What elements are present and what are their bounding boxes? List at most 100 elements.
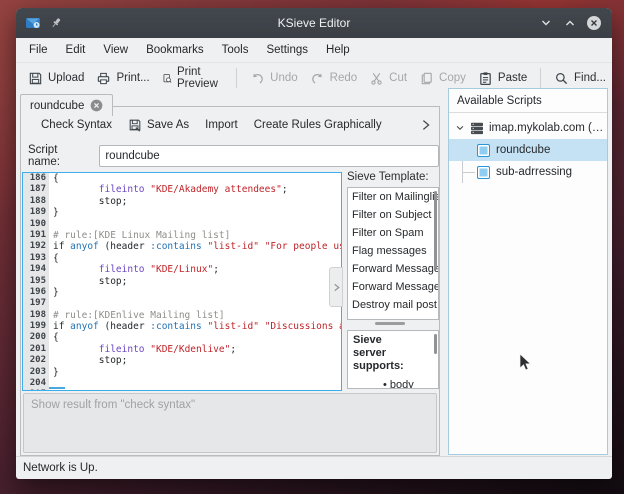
print-preview-icon [162,71,172,86]
network-status: Network is Up. [23,462,98,474]
undo-button[interactable]: Undo [244,68,304,89]
line-number: 188 [23,196,49,207]
template-list-scrollbar[interactable] [434,191,437,269]
supports-item: body [383,379,438,389]
code-line[interactable]: 200 { [23,332,341,343]
save-as-icon [128,118,142,132]
menubar-item[interactable]: View [94,40,137,60]
paste-button[interactable]: Paste [472,68,533,89]
expander-chevron-down-icon[interactable] [455,123,465,133]
available-scripts-panel: Available Scripts imap.mykolab.com (pbro… [448,88,608,455]
supports-scrollbar[interactable] [434,334,437,354]
menubar-item[interactable]: Settings [257,40,317,60]
tab-close-icon[interactable] [90,99,103,112]
sieve-template-list: Filter on MailinglistFilter on SubjectFi… [347,187,439,320]
search-icon [554,71,569,86]
template-list-item[interactable]: Destroy mail post [348,296,438,314]
script-checkbox-icon[interactable] [477,144,490,157]
toolbar-separator [236,68,237,88]
tab-roundcube[interactable]: roundcube [20,94,113,116]
code-line[interactable]: 192 if anyof (header :contains "list-id"… [23,241,341,252]
code-text: { [49,332,341,343]
code-line[interactable]: 188 stop; [23,196,341,207]
code-text [49,389,341,391]
close-button[interactable] [586,15,602,31]
save-as-button[interactable]: Save As [120,114,197,136]
check-syntax-button[interactable]: Check Syntax [33,115,120,135]
script-name-label: Script name: [28,144,91,168]
find-button[interactable]: Find... [548,68,612,89]
code-line[interactable]: 195 stop; [23,276,341,287]
code-line[interactable]: 198 # rule:[KDEnlive Mailing list] [23,310,341,321]
menubar-item[interactable]: Edit [57,40,95,60]
template-list-item[interactable]: Forward Message [348,278,438,296]
code-line[interactable]: 201 fileinto "KDE/Kdenlive"; [23,344,341,355]
menubar-item[interactable]: Help [317,40,359,60]
import-button[interactable]: Import [197,115,246,135]
code-line[interactable]: 190 [23,219,341,230]
tree-item-script[interactable]: roundcube [449,139,607,161]
print-button[interactable]: Print... [90,68,155,89]
tree-item-script[interactable]: sub-adrressing [449,161,607,183]
tab-label: roundcube [30,100,84,112]
chevron-up-icon [563,16,577,30]
create-rules-button[interactable]: Create Rules Graphically [246,115,390,135]
code-text: if anyof (header :contains "list-id" "Fo… [49,241,341,252]
code-line[interactable]: 189 } [23,207,341,218]
line-number: 205 [23,389,49,391]
titlebar[interactable]: KSieve Editor [16,8,612,38]
line-number: 189 [23,207,49,218]
template-list-item[interactable]: Filter on Subject [348,206,438,224]
template-list-item[interactable]: Flag messages [348,242,438,260]
menubar-item[interactable]: Tools [213,40,258,60]
code-line[interactable]: 197 [23,298,341,309]
chevron-down-icon [539,16,553,30]
close-icon [586,15,602,31]
splitter-collapse-handle[interactable] [329,267,343,307]
line-number: 198 [23,310,49,321]
template-list-hscrollbar[interactable] [347,320,439,327]
tree-item-server[interactable]: imap.mykolab.com (pbro… [449,117,607,139]
code-text: # rule:[KDEnlive Mailing list] [49,310,341,321]
menubar-item[interactable]: File [20,40,57,60]
code-line[interactable]: 191 # rule:[KDE Linux Mailing list] [23,230,341,241]
code-line[interactable]: 205 [23,389,341,391]
toolbar-separator [540,68,541,88]
printer-icon [96,71,111,86]
code-line[interactable]: 186 { [23,173,341,184]
code-line[interactable]: 196 } [23,287,341,298]
copy-button[interactable]: Copy [413,68,472,89]
editor-pane: Check Syntax Save As Import Create Rules… [20,106,440,456]
minimize-button[interactable] [538,15,554,31]
more-actions-chevron-icon[interactable] [419,118,433,132]
maximize-button[interactable] [562,15,578,31]
server-icon [470,122,484,135]
template-list-item[interactable]: Filter on Spam [348,224,438,242]
template-list-item[interactable]: Filter on Mailinglist [348,188,438,206]
code-line[interactable]: 202 stop; [23,355,341,366]
code-text: if anyof (header :contains "list-id" "Di… [49,321,341,332]
code-editor[interactable]: 186 { 187 fileinto "KDE/Akademy attendee… [22,172,342,391]
check-syntax-result-box[interactable]: Show result from "check syntax" [23,393,437,453]
script-name-input[interactable] [99,145,439,167]
code-text: stop; [49,355,341,366]
available-scripts-header: Available Scripts [449,89,607,113]
redo-button[interactable]: Redo [304,68,364,89]
code-line[interactable]: 203 } [23,367,341,378]
upload-button[interactable]: Upload [22,68,90,89]
menubar-item[interactable]: Bookmarks [137,40,213,60]
code-line[interactable]: 187 fileinto "KDE/Akademy attendees"; [23,184,341,195]
code-line[interactable]: 193 { [23,253,341,264]
script-name-row: Script name: [21,143,439,169]
line-number: 199 [23,321,49,332]
sieve-template-column: Sieve Template: Filter on MailinglistFil… [347,171,439,389]
undo-icon [250,71,265,86]
script-checkbox-icon[interactable] [477,166,490,179]
code-line[interactable]: 199 if anyof (header :contains "list-id"… [23,321,341,332]
template-list-item[interactable]: Forward Message [348,260,438,278]
code-line[interactable]: 204 [23,378,341,389]
print-preview-button[interactable]: Print Preview [156,63,230,93]
save-icon [28,71,43,86]
code-line[interactable]: 194 fileinto "KDE/Linux"; [23,264,341,275]
cut-button[interactable]: Cut [363,68,413,89]
